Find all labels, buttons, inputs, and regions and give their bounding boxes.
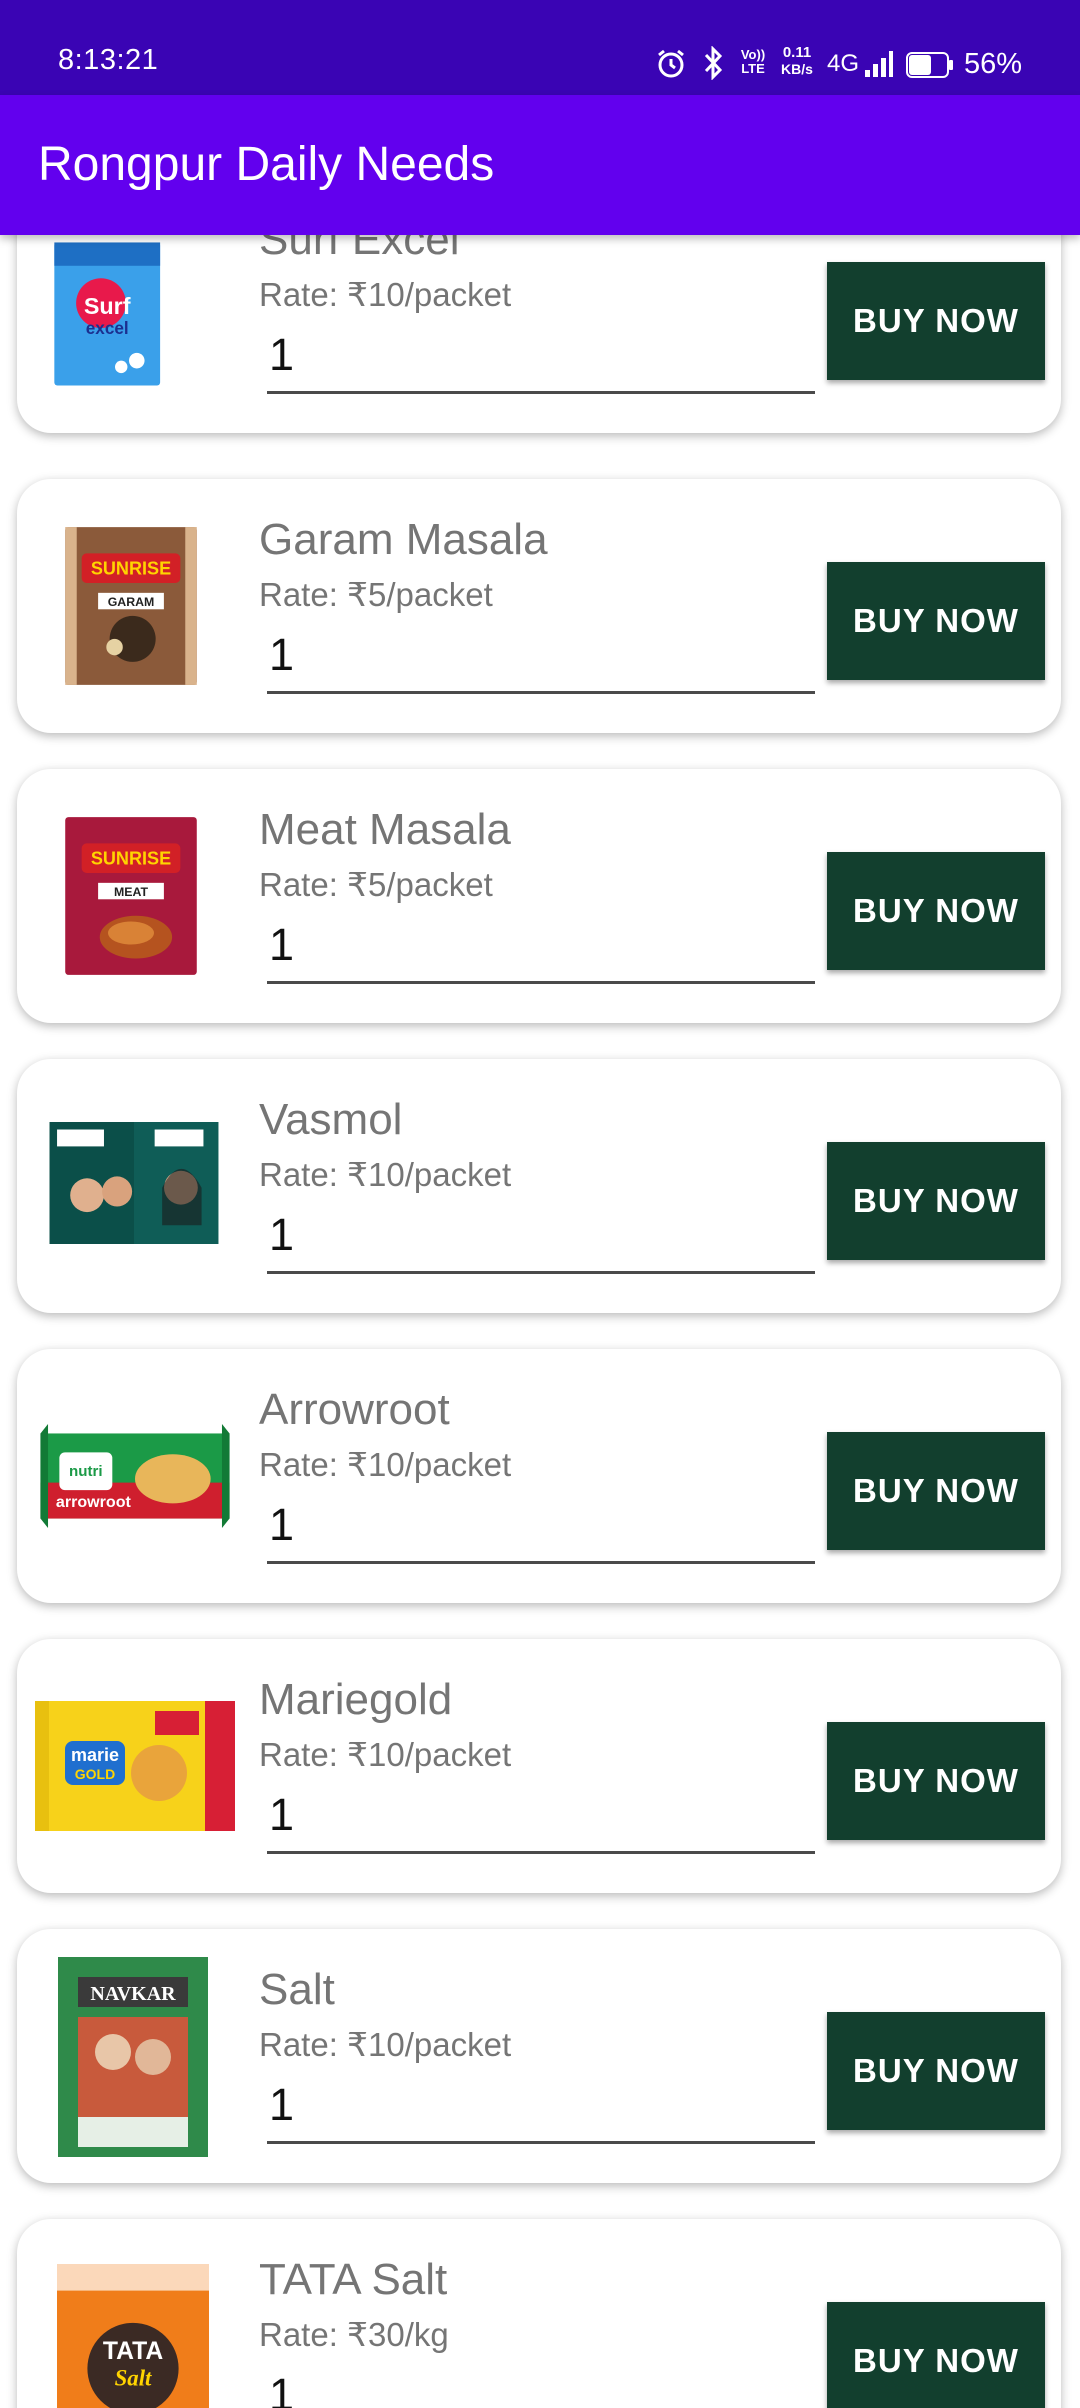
product-card: Vasmol Rate: ₹10/packet 1 BUY NOW — [17, 1059, 1061, 1313]
quantity-underline — [267, 691, 815, 694]
product-card: SUNRISE GARAM Garam Masala Rate: ₹5/pack… — [17, 479, 1061, 733]
product-card: nutri arrowroot Arrowroot Rate: ₹10/pack… — [17, 1349, 1061, 1603]
status-time: 8:13:21 — [58, 44, 159, 76]
product-card: Surf excel Surf Excel Rate: ₹10/packet 1… — [17, 235, 1061, 433]
quantity-underline — [267, 981, 815, 984]
quantity-input[interactable]: 1 — [269, 1789, 294, 1841]
product-name: Surf Excel — [259, 235, 460, 264]
product-image-tata-salt: TATA Salt — [57, 2264, 209, 2408]
buy-now-button[interactable]: BUY NOW — [827, 262, 1045, 380]
buy-now-button[interactable]: BUY NOW — [827, 2012, 1045, 2130]
product-rate: Rate: ₹30/kg — [259, 2316, 449, 2353]
buy-now-button[interactable]: BUY NOW — [827, 1722, 1045, 1840]
product-card: marie GOLD Mariegold Rate: ₹10/packet 1 … — [17, 1639, 1061, 1893]
product-card: NAVKAR Salt Rate: ₹10/packet 1 BUY NOW — [17, 1929, 1061, 2183]
product-image-arrowroot: nutri arrowroot — [40, 1424, 230, 1528]
product-image-surf-excel: Surf excel — [54, 242, 161, 386]
product-name: Garam Masala — [259, 515, 548, 564]
product-name: Vasmol — [259, 1095, 403, 1144]
product-image-mariegold: marie GOLD — [35, 1701, 235, 1831]
buy-now-button[interactable]: BUY NOW — [827, 562, 1045, 680]
product-image-meat-masala: SUNRISE MEAT — [65, 817, 197, 975]
network-type: 4G — [827, 50, 860, 77]
product-name: Arrowroot — [259, 1385, 450, 1434]
quantity-input[interactable]: 1 — [269, 329, 294, 381]
product-name: Meat Masala — [259, 805, 511, 854]
product-image-vasmol — [49, 1122, 219, 1244]
product-rate: Rate: ₹10/packet — [259, 1156, 512, 1193]
product-rate: Rate: ₹10/packet — [259, 1736, 512, 1773]
product-rate: Rate: ₹10/packet — [259, 1446, 512, 1483]
battery-icon — [906, 52, 953, 78]
svg-text:GARAM: GARAM — [108, 595, 155, 609]
product-rate: Rate: ₹10/packet — [259, 276, 512, 313]
buy-now-button[interactable]: BUY NOW — [827, 1142, 1045, 1260]
svg-text:nutri: nutri — [69, 1463, 103, 1480]
svg-text:MEAT: MEAT — [114, 885, 148, 899]
quantity-underline — [267, 1851, 815, 1854]
app-title: Rongpur Daily Needs — [38, 138, 495, 191]
svg-text:Surf: Surf — [84, 293, 131, 319]
quantity-input[interactable]: 1 — [269, 2369, 294, 2408]
quantity-input[interactable]: 1 — [269, 1499, 294, 1551]
svg-text:excel: excel — [86, 319, 129, 338]
volte-icon: Vo)) LTE — [740, 47, 766, 76]
buy-now-button[interactable]: BUY NOW — [827, 2302, 1045, 2408]
product-rate: Rate: ₹5/packet — [259, 576, 493, 613]
app-bar: Rongpur Daily Needs — [0, 95, 1080, 235]
svg-text:arrowroot: arrowroot — [56, 1493, 132, 1511]
svg-text:TATA: TATA — [103, 2338, 163, 2365]
quantity-underline — [267, 1271, 815, 1274]
svg-text:marie: marie — [71, 1745, 119, 1765]
speed-value: 0.11 — [782, 44, 812, 61]
bluetooth-icon — [704, 46, 723, 80]
product-name: TATA Salt — [259, 2255, 448, 2304]
product-card: SUNRISE MEAT Meat Masala Rate: ₹5/packet… — [17, 769, 1061, 1023]
quantity-input[interactable]: 1 — [269, 2079, 294, 2131]
network-speed: 0.11 KB/s — [776, 44, 818, 77]
svg-text:SUNRISE: SUNRISE — [91, 559, 171, 579]
speed-unit: KB/s — [781, 61, 813, 77]
svg-text:NAVKAR: NAVKAR — [90, 1983, 176, 2005]
quantity-input[interactable]: 1 — [269, 1209, 294, 1261]
svg-text:GOLD: GOLD — [75, 1766, 115, 1782]
quantity-underline — [267, 1561, 815, 1564]
product-list[interactable]: Surf excel Surf Excel Rate: ₹10/packet 1… — [0, 235, 1080, 2408]
svg-text:Salt: Salt — [115, 2366, 152, 2391]
buy-now-button[interactable]: BUY NOW — [827, 1432, 1045, 1550]
buy-now-button[interactable]: BUY NOW — [827, 852, 1045, 970]
quantity-underline — [267, 2141, 815, 2144]
battery-percent: 56% — [964, 48, 1023, 80]
signal-icon — [865, 51, 893, 77]
product-card: TATA Salt TATA Salt Rate: ₹30/kg 1 BUY N… — [17, 2219, 1061, 2408]
product-name: Salt — [259, 1965, 335, 2014]
svg-text:SUNRISE: SUNRISE — [91, 849, 171, 869]
product-image-garam-masala: SUNRISE GARAM — [65, 527, 197, 685]
status-bar: 8:13:21 Vo)) LTE 0.11 KB/s 4G 56% — [0, 0, 1080, 95]
quantity-input[interactable]: 1 — [269, 919, 294, 971]
product-rate: Rate: ₹5/packet — [259, 866, 493, 903]
product-name: Mariegold — [259, 1675, 453, 1724]
quantity-input[interactable]: 1 — [269, 629, 294, 681]
alarm-icon — [658, 49, 684, 78]
product-rate: Rate: ₹10/packet — [259, 2026, 512, 2063]
product-image-salt: NAVKAR — [58, 1957, 208, 2157]
quantity-underline — [267, 391, 815, 394]
